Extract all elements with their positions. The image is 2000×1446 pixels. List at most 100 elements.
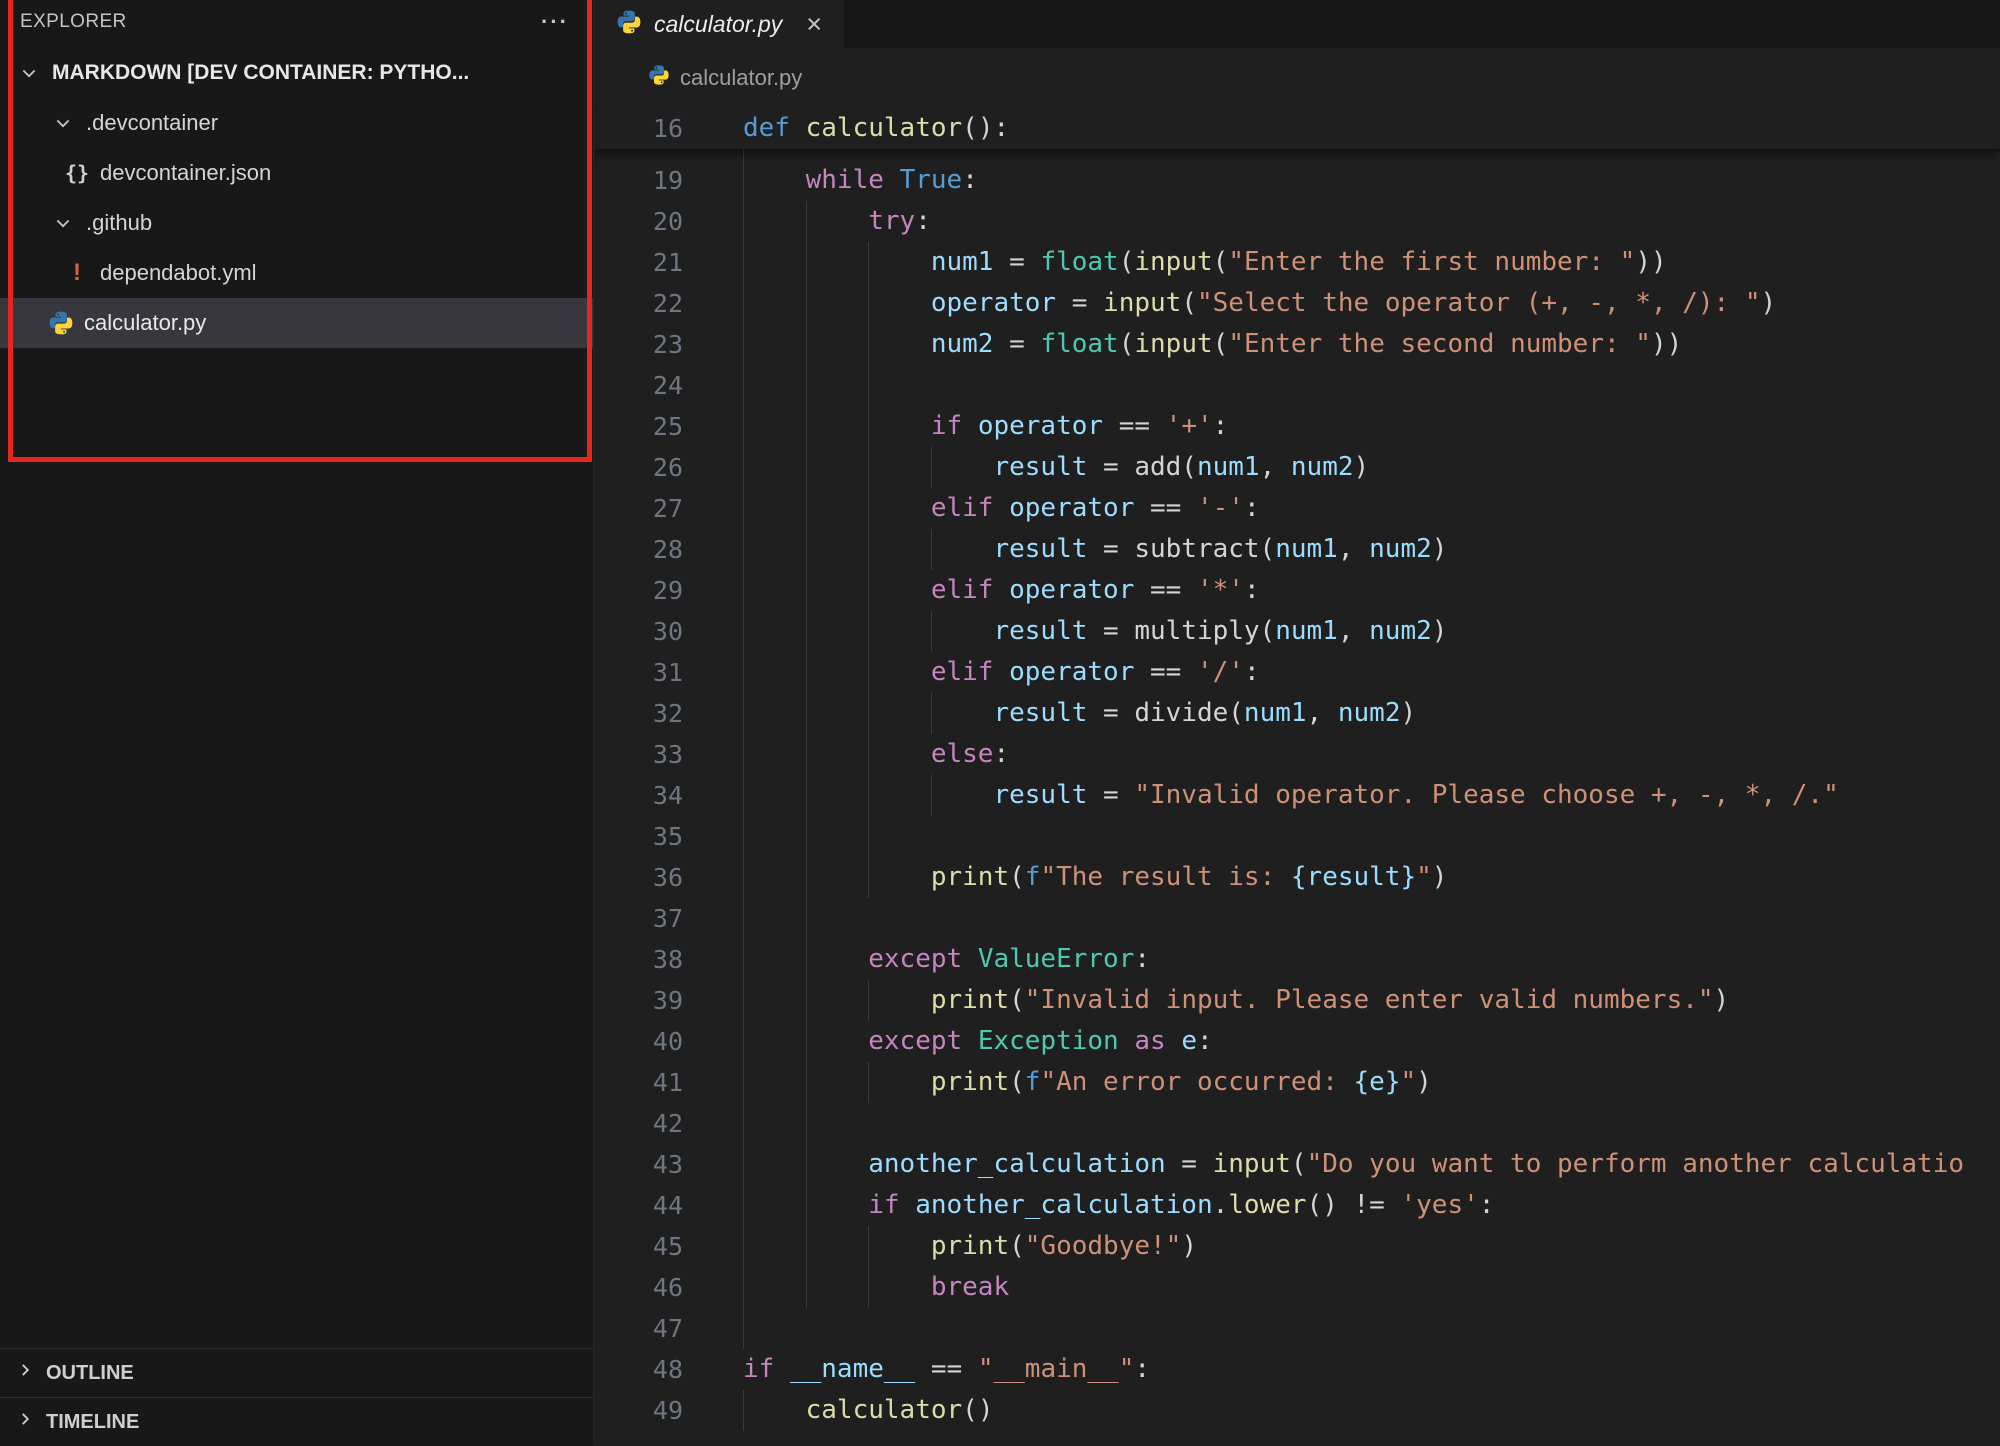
line-number[interactable]: 38 <box>594 939 743 980</box>
sticky-line-16[interactable]: 16def calculator(): <box>594 108 2000 149</box>
code-line-30[interactable]: 30 result = multiply(num1, num2) <box>594 611 2000 652</box>
more-actions-button[interactable]: ··· <box>541 9 569 35</box>
tree-item-dependabot-yml[interactable]: !dependabot.yml <box>0 248 593 298</box>
tree-item--github[interactable]: .github <box>0 198 593 248</box>
token-pl <box>1119 1026 1135 1056</box>
token-fn: input <box>1134 247 1212 277</box>
code-line-39[interactable]: 39 print("Invalid input. Please enter va… <box>594 980 2000 1021</box>
code-line-20[interactable]: 20 try: <box>594 201 2000 242</box>
code-line-22[interactable]: 22 operator = input("Select the operator… <box>594 283 2000 324</box>
line-number[interactable]: 22 <box>594 283 743 324</box>
code-text: except Exception as e: <box>743 1021 1213 1062</box>
line-number[interactable]: 40 <box>594 1021 743 1062</box>
line-number[interactable]: 23 <box>594 324 743 365</box>
line-number[interactable]: 21 <box>594 242 743 283</box>
line-number[interactable]: 48 <box>594 1349 743 1390</box>
line-number[interactable]: 42 <box>594 1103 743 1144</box>
tree-item--devcontainer[interactable]: .devcontainer <box>0 98 593 148</box>
outline-panel-header[interactable]: OUTLINE <box>0 1348 593 1397</box>
line-number[interactable]: 32 <box>594 693 743 734</box>
code-line-48[interactable]: 48if __name__ == "__main__": <box>594 1349 2000 1390</box>
python-icon <box>46 310 76 336</box>
line-number[interactable]: 30 <box>594 611 743 652</box>
line-number[interactable]: 20 <box>594 201 743 242</box>
code-line-24[interactable]: 24 <box>594 365 2000 406</box>
line-number[interactable]: 50 <box>594 1431 743 1438</box>
code-line-47[interactable]: 47 <box>594 1308 2000 1349</box>
code-line-35[interactable]: 35 <box>594 816 2000 857</box>
line-number[interactable]: 28 <box>594 529 743 570</box>
token-kw: if <box>931 411 962 441</box>
token-va: result <box>993 452 1087 482</box>
line-number[interactable]: 31 <box>594 652 743 693</box>
code-line-33[interactable]: 33 else: <box>594 734 2000 775</box>
tree-item-calculator-py[interactable]: calculator.py <box>0 298 593 348</box>
code-line-25[interactable]: 25 if operator == '+': <box>594 406 2000 447</box>
code-area[interactable]: 1819 while True:20 try:21 num1 = float(i… <box>594 149 2000 1438</box>
token-va: operator <box>978 411 1103 441</box>
line-number[interactable]: 47 <box>594 1308 743 1349</box>
line-number[interactable]: 16 <box>594 108 743 149</box>
code-line-26[interactable]: 26 result = add(num1, num2) <box>594 447 2000 488</box>
tab-calculator-py[interactable]: calculator.py × <box>594 0 844 48</box>
code-line-19[interactable]: 19 while True: <box>594 160 2000 201</box>
code-line-18[interactable]: 18 <box>594 149 2000 160</box>
line-number[interactable]: 36 <box>594 857 743 898</box>
indent-guide <box>743 1267 744 1308</box>
code-line-40[interactable]: 40 except Exception as e: <box>594 1021 2000 1062</box>
code-text: another_calculation = input("Do you want… <box>743 1144 1964 1185</box>
indent-guide <box>806 201 807 242</box>
code-line-50[interactable]: 50 <box>594 1431 2000 1438</box>
line-number[interactable]: 29 <box>594 570 743 611</box>
code-line-34[interactable]: 34 result = "Invalid operator. Please ch… <box>594 775 2000 816</box>
tree-item-devcontainer-json[interactable]: {}devcontainer.json <box>0 148 593 198</box>
code-line-21[interactable]: 21 num1 = float(input("Enter the first n… <box>594 242 2000 283</box>
code-line-27[interactable]: 27 elif operator == '-': <box>594 488 2000 529</box>
json-braces-icon: {} <box>62 161 92 185</box>
code-line-37[interactable]: 37 <box>594 898 2000 939</box>
code-line-32[interactable]: 32 result = divide(num1, num2) <box>594 693 2000 734</box>
workspace-root-item[interactable]: MARKDOWN [DEV CONTAINER: PYTHO... <box>0 48 593 98</box>
line-number[interactable]: 41 <box>594 1062 743 1103</box>
line-number[interactable]: 25 <box>594 406 743 447</box>
code-line-41[interactable]: 41 print(f"An error occurred: {e}") <box>594 1062 2000 1103</box>
code-line-45[interactable]: 45 print("Goodbye!") <box>594 1226 2000 1267</box>
line-number[interactable]: 39 <box>594 980 743 1021</box>
code-line-29[interactable]: 29 elif operator == '*': <box>594 570 2000 611</box>
code-line-31[interactable]: 31 elif operator == '/': <box>594 652 2000 693</box>
code-line-36[interactable]: 36 print(f"The result is: {result}") <box>594 857 2000 898</box>
code-text: print(f"An error occurred: {e}") <box>743 1062 1432 1103</box>
line-number[interactable]: 26 <box>594 447 743 488</box>
tab-bar: calculator.py × <box>594 0 2000 48</box>
token-pl <box>962 944 978 974</box>
line-number[interactable]: 24 <box>594 365 743 406</box>
code-line-42[interactable]: 42 <box>594 1103 2000 1144</box>
line-number[interactable]: 43 <box>594 1144 743 1185</box>
code-line-43[interactable]: 43 another_calculation = input("Do you w… <box>594 1144 2000 1185</box>
indent-guide <box>743 1062 744 1103</box>
indent-guide <box>743 242 744 283</box>
code-line-28[interactable]: 28 result = subtract(num1, num2) <box>594 529 2000 570</box>
code-text: num1 = float(input("Enter the first numb… <box>743 242 1667 283</box>
line-number[interactable]: 46 <box>594 1267 743 1308</box>
line-number[interactable]: 35 <box>594 816 743 857</box>
line-number[interactable]: 44 <box>594 1185 743 1226</box>
breadcrumb-item-calculator-py[interactable]: calculator.py <box>648 64 802 92</box>
line-number[interactable]: 49 <box>594 1390 743 1431</box>
line-number[interactable]: 37 <box>594 898 743 939</box>
line-number[interactable]: 33 <box>594 734 743 775</box>
line-number[interactable]: 19 <box>594 160 743 201</box>
code-line-49[interactable]: 49 calculator() <box>594 1390 2000 1431</box>
close-tab-icon[interactable]: × <box>806 11 822 38</box>
token-pl <box>743 329 931 359</box>
line-number[interactable]: 18 <box>594 149 743 160</box>
code-line-38[interactable]: 38 except ValueError: <box>594 939 2000 980</box>
line-number[interactable]: 45 <box>594 1226 743 1267</box>
line-number[interactable]: 34 <box>594 775 743 816</box>
code-line-44[interactable]: 44 if another_calculation.lower() != 'ye… <box>594 1185 2000 1226</box>
code-line-23[interactable]: 23 num2 = float(input("Enter the second … <box>594 324 2000 365</box>
timeline-panel-header[interactable]: TIMELINE <box>0 1397 593 1446</box>
indent-guide <box>806 611 807 652</box>
line-number[interactable]: 27 <box>594 488 743 529</box>
code-line-46[interactable]: 46 break <box>594 1267 2000 1308</box>
